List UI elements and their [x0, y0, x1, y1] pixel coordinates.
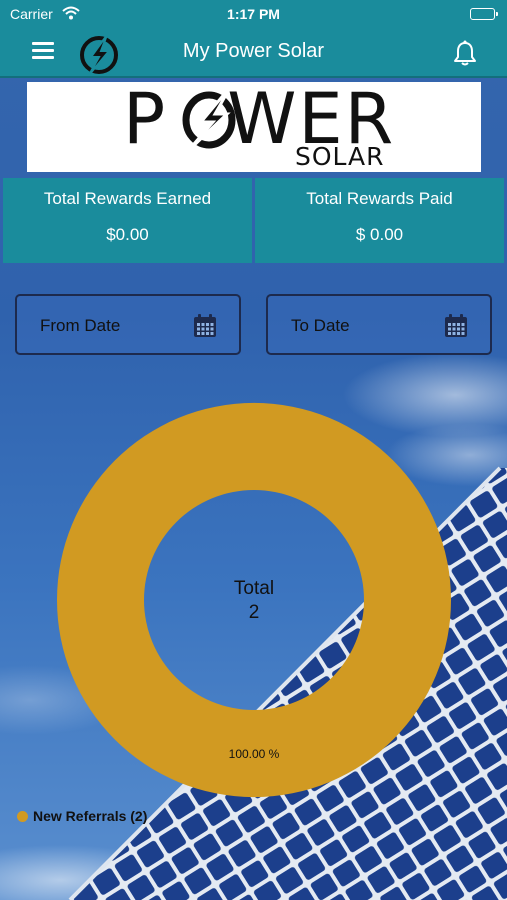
from-date-placeholder: From Date [40, 316, 121, 335]
rewards-paid-value: $ 0.00 [355, 225, 404, 244]
clock-label: 1:17 PM [227, 6, 280, 22]
legend-label-new-referrals: New Referrals (2) [33, 808, 148, 824]
rewards-paid-card: Total Rewards Paid $ 0.00 [255, 178, 504, 263]
rewards-earned-card: Total Rewards Earned $0.00 [3, 178, 252, 263]
to-date-placeholder: To Date [291, 316, 350, 335]
from-date-field[interactable]: From Date [15, 294, 241, 355]
brand-subtitle: SOLAR [295, 142, 385, 171]
nav-bar: My Power Solar [0, 30, 507, 78]
bolt-o-icon [182, 86, 236, 152]
slice-percent-label: 100.00 % [229, 747, 280, 761]
to-date-field[interactable]: To Date [266, 294, 492, 355]
chart-center-label: Total [234, 578, 274, 599]
calendar-icon[interactable] [444, 314, 468, 343]
rewards-summary: Total Rewards Earned $0.00 Total Rewards… [3, 178, 505, 263]
legend-swatch [17, 811, 28, 822]
calendar-icon[interactable] [193, 314, 217, 343]
bell-icon[interactable] [453, 40, 477, 71]
battery-icon [470, 8, 498, 20]
rewards-paid-label: Total Rewards Paid [306, 189, 453, 208]
status-bar: Carrier 1:17 PM [0, 0, 507, 30]
brand-letter-p: P [123, 78, 168, 160]
brand-logo-banner: P WER SOLAR [27, 82, 481, 172]
referrals-donut-chart: Total 2 100.00 % [56, 402, 452, 798]
page-title: My Power Solar [182, 40, 325, 62]
rewards-earned-value: $0.00 [106, 225, 149, 244]
donut-slice-new-referrals[interactable] [56, 402, 452, 798]
rewards-earned-label: Total Rewards Earned [43, 189, 212, 208]
chart-center-value: 2 [249, 602, 260, 623]
